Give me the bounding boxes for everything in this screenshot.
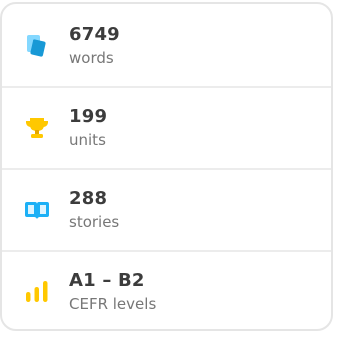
course-stats-card: 6749 words 199 units 288 stories A1 – B2… xyxy=(0,2,333,331)
stat-label: units xyxy=(69,131,106,149)
stat-value: 199 xyxy=(69,106,108,127)
stat-text: 6749 words xyxy=(69,24,120,68)
book-icon xyxy=(22,195,52,225)
trophy-icon xyxy=(22,113,52,143)
stat-value: 288 xyxy=(69,188,108,209)
stat-text: 288 stories xyxy=(69,188,119,232)
stat-row-words: 6749 words xyxy=(2,6,331,86)
stat-text: 199 units xyxy=(69,106,107,150)
stat-value: 6749 xyxy=(69,24,120,45)
stat-row-stories: 288 stories xyxy=(2,170,331,250)
cards-icon xyxy=(22,31,52,61)
stat-row-cefr: A1 – B2 CEFR levels xyxy=(2,252,331,332)
stat-text: A1 – B2 CEFR levels xyxy=(69,270,156,314)
stat-value: A1 – B2 xyxy=(69,270,145,291)
level-bars-icon xyxy=(22,277,52,307)
stat-row-units: 199 units xyxy=(2,88,331,168)
stat-label: words xyxy=(69,49,114,67)
stat-label: stories xyxy=(69,213,120,231)
stat-label: CEFR levels xyxy=(69,295,157,313)
